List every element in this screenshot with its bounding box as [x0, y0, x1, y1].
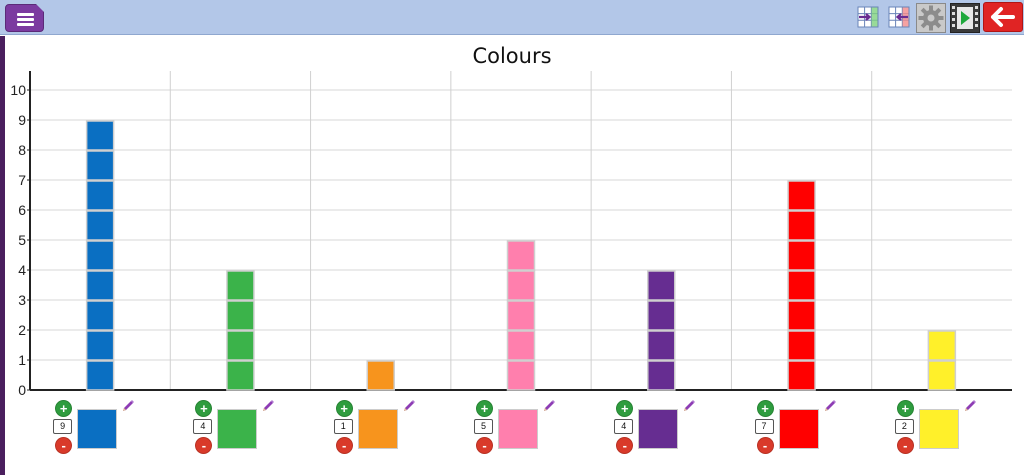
controls-orange: +1 - [329, 398, 421, 454]
bar-segment-purple [647, 360, 676, 391]
pencil-edit-icon[interactable] [401, 398, 417, 414]
count-field-green[interactable]: 4 [193, 419, 213, 434]
color-swatch-orange[interactable] [357, 409, 398, 449]
insert-column-left-button[interactable] [887, 5, 911, 29]
bar-segment-purple [647, 270, 676, 301]
bar-segment-purple [647, 300, 676, 331]
bar-segment-red [787, 330, 816, 361]
bar-segment-blue [85, 240, 115, 271]
decrement-button-blue[interactable]: - [55, 437, 73, 454]
y-tick-label: 6 [18, 202, 26, 218]
decrement-button-pink[interactable]: - [476, 437, 493, 454]
bar-segment-blue [85, 300, 115, 331]
decrement-button-yellow[interactable]: - [896, 437, 914, 454]
play-button[interactable] [950, 3, 980, 33]
bar-segment-green [226, 270, 255, 301]
increment-button-yellow[interactable]: + [896, 400, 914, 417]
pencil-edit-icon[interactable] [120, 398, 136, 414]
bar-segment-pink [506, 330, 536, 361]
y-tick-label: 7 [18, 172, 26, 188]
color-swatch-yellow[interactable] [918, 409, 959, 449]
pencil-edit-icon[interactable] [822, 398, 838, 414]
pencil-edit-icon[interactable] [541, 398, 557, 414]
color-swatch-blue[interactable] [77, 409, 118, 449]
increment-button-purple[interactable]: + [616, 400, 634, 417]
bar-segment-green [226, 330, 255, 361]
bar-segment-orange [366, 360, 395, 391]
pencil-edit-icon[interactable] [681, 398, 697, 414]
hamburger-menu-icon-line [17, 23, 34, 26]
bar-segment-red [787, 300, 816, 331]
count-field-yellow[interactable]: 2 [894, 419, 914, 434]
bar-segment-yellow [927, 330, 957, 361]
bar-segment-pink [506, 360, 536, 391]
bar-segment-blue [85, 180, 115, 211]
y-tick-label: 2 [18, 322, 26, 338]
bar-segment-blue [85, 150, 115, 181]
bar-segment-red [787, 360, 816, 391]
bar-segment-green [226, 360, 255, 391]
count-field-pink[interactable]: 5 [474, 419, 493, 434]
color-swatch-red[interactable] [778, 409, 819, 449]
color-swatch-purple[interactable] [638, 409, 679, 449]
color-swatch-pink[interactable] [498, 409, 538, 449]
back-button[interactable] [983, 2, 1023, 32]
bar-segment-red [787, 270, 816, 301]
hamburger-menu-icon [17, 13, 34, 16]
bar-segment-blue [85, 330, 115, 361]
pencil-edit-icon[interactable] [260, 398, 276, 414]
insert-column-right-button[interactable] [856, 5, 880, 29]
bar-segment-pink [506, 240, 536, 271]
count-field-blue[interactable]: 9 [53, 419, 73, 434]
y-tick-label: 10 [10, 82, 26, 98]
bar-segment-blue [85, 270, 115, 301]
controls-blue: +9 - [48, 398, 140, 454]
controls-red: +7 - [750, 398, 842, 454]
y-tick-label: 9 [18, 112, 26, 128]
color-swatch-green[interactable] [217, 409, 258, 449]
increment-button-pink[interactable]: + [476, 400, 493, 417]
y-tick-label: 0 [18, 382, 26, 398]
bar-segment-blue [85, 210, 115, 241]
y-tick-label: 4 [18, 262, 26, 278]
controls-yellow: +2 - [890, 398, 982, 454]
controls-pink: +5 - [469, 398, 561, 454]
bar-segment-red [787, 240, 816, 271]
bar-segment-blue [85, 120, 115, 151]
hamburger-menu-icon-line [17, 18, 34, 21]
menu-fold-corner [36, 4, 44, 12]
decrement-button-red[interactable]: - [756, 437, 774, 454]
pencil-edit-icon[interactable] [962, 398, 978, 414]
bar-segment-pink [506, 270, 536, 301]
settings-button[interactable] [916, 3, 946, 33]
increment-button-blue[interactable]: + [55, 400, 73, 417]
count-field-red[interactable]: 7 [754, 419, 774, 434]
y-tick-label: 8 [18, 142, 26, 158]
decrement-button-green[interactable]: - [195, 437, 213, 454]
menu-button[interactable] [5, 4, 44, 32]
increment-button-red[interactable]: + [756, 400, 774, 417]
increment-button-green[interactable]: + [195, 400, 213, 417]
bar-segment-green [226, 300, 255, 331]
decrement-button-orange[interactable]: - [335, 437, 353, 454]
top-toolbar [0, 0, 1024, 35]
y-tick-label: 3 [18, 292, 26, 308]
controls-green: +4 - [188, 398, 280, 454]
count-field-purple[interactable]: 4 [614, 419, 634, 434]
bar-segment-red [787, 210, 816, 241]
controls-purple: +4 - [609, 398, 701, 454]
y-tick-label: 1 [18, 352, 26, 368]
count-field-orange[interactable]: 1 [333, 419, 353, 434]
back-arrow-icon [991, 7, 1015, 27]
bar-segment-red [787, 180, 816, 211]
bar-segment-pink [506, 300, 536, 331]
increment-button-orange[interactable]: + [335, 400, 353, 417]
app-window: Colours 0 1 2 3 4 5 6 7 8 9 10 +9- +4- +1- +5- +4- +7- +… [0, 0, 1024, 475]
bar-segment-purple [647, 330, 676, 361]
y-tick-label: 5 [18, 232, 26, 248]
bar-segment-blue [85, 360, 115, 391]
decrement-button-purple[interactable]: - [616, 437, 634, 454]
bar-segment-yellow [927, 360, 957, 391]
